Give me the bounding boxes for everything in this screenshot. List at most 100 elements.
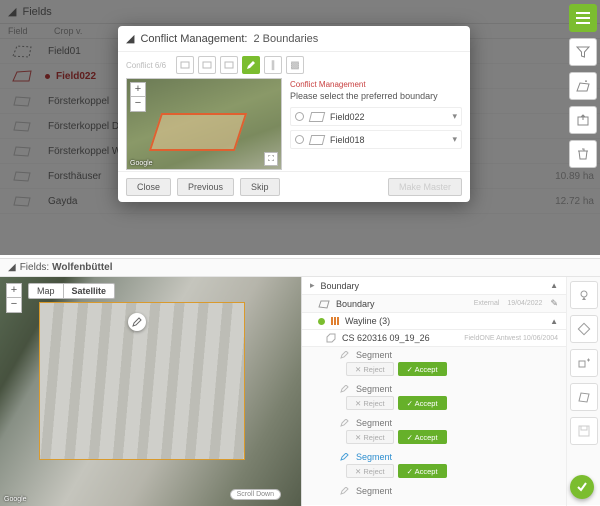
boundary-panel: ▸ Boundary ▲ Boundary External 19/04/202… [302,277,566,506]
square-icon: ▩ [290,60,299,71]
boundary-option[interactable]: Field018 ▾ [290,130,462,149]
zoom-out-button[interactable]: − [131,97,145,111]
previous-button[interactable]: Previous [177,178,234,196]
modal-toolbar: Conflict 6/6 ∥ ▩ [118,52,470,78]
pencil-icon [340,385,350,393]
signal-icon: ◢ [126,32,134,45]
map-type-satellite[interactable]: Satellite [63,283,116,299]
route-icon [577,322,591,336]
reject-button[interactable]: ✕ Reject [346,430,394,444]
segment-block: Segment [302,483,566,499]
pencil-icon [340,487,350,495]
bars-icon: ∥ [271,60,276,71]
locate-icon [577,288,591,302]
map-edit-marker[interactable] [128,313,146,331]
shape-button[interactable] [570,383,598,411]
segment-row[interactable]: Segment [308,485,560,497]
segment-row[interactable]: Segment [308,417,560,429]
satellite-map[interactable]: + − Map Satellite Google Scroll Down [0,277,302,506]
shape-icon [309,135,325,145]
tool-outline-c[interactable] [220,56,238,74]
save-button[interactable] [570,417,598,445]
export-button[interactable] [569,106,597,134]
tool-outline-a[interactable] [176,56,194,74]
scroll-down-hint[interactable]: Scroll Down [230,489,281,500]
collapse-up-icon: ▲ [550,281,558,290]
pencil-icon [340,419,350,427]
pencil-icon [340,351,350,359]
panel-row-boundary[interactable]: Boundary External 19/04/2022 ✎ [302,295,566,313]
picker-title: Conflict Management [290,80,462,89]
map-zoom[interactable]: + − [6,283,22,313]
segment-block: Segment ✕ Reject ✓ Accept [302,449,566,483]
chevron-down-icon: ▾ [452,111,457,122]
segment-block: Segment ✕ Reject ✓ Accept [302,415,566,449]
add-node-button[interactable] [570,349,598,377]
delete-button[interactable] [569,140,597,168]
pencil-icon [246,60,256,70]
panel-row-wayline[interactable]: Wayline (3) ▲ [302,313,566,330]
pencil-icon [132,317,142,327]
segment-row[interactable]: Segment [308,451,560,463]
pencil-icon[interactable]: ✎ [550,298,558,309]
tool-edit[interactable] [242,56,260,74]
polygon-icon [577,390,591,404]
shape-icon [309,112,325,122]
add-node-icon [577,356,591,370]
accept-button[interactable]: ✓ Accept [398,430,447,444]
tool-square[interactable]: ▩ [286,56,304,74]
panel-row-file[interactable]: CS 620316 09_19_26 FieldONE Antwest 10/0… [302,330,566,347]
reject-button[interactable]: ✕ Reject [346,362,394,376]
segment-row[interactable]: Segment [308,349,560,361]
route-button[interactable] [570,315,598,343]
option-label: Field022 [330,112,365,122]
segment-row[interactable]: Segment [308,383,560,395]
zoom-in-button[interactable]: + [7,284,21,298]
skip-button[interactable]: Skip [240,178,280,196]
segment-block: Segment ✕ Reject ✓ Accept [302,381,566,415]
map-zoom[interactable]: + − [130,82,146,112]
check-icon [576,481,588,493]
locate-button[interactable] [570,281,598,309]
boundary-polygon [149,113,247,151]
pencil-icon [340,453,350,461]
row-label: Wayline (3) [345,316,390,326]
reject-button[interactable]: ✕ Reject [346,396,394,410]
file-label: CS 620316 09_19_26 [342,333,430,343]
shape-icon [318,299,330,309]
signal-icon: ◢ [8,262,16,273]
option-label: Field018 [330,135,365,145]
map-type-map[interactable]: Map [28,283,63,299]
fullscreen-button[interactable]: ⛶ [264,152,278,166]
add-field-icon [576,80,590,92]
accept-button[interactable]: ✓ Accept [398,464,447,478]
conflict-modal: ◢ Conflict Management: 2 Boundaries Conf… [118,26,470,202]
chevron-right-icon: ▸ [310,280,315,291]
picker-prompt: Please select the preferred boundary [290,91,462,101]
accept-button[interactable]: ✓ Accept [398,362,447,376]
zoom-out-button[interactable]: − [7,298,21,312]
panel-section-boundary[interactable]: ▸ Boundary ▲ [302,277,566,295]
boundary-option[interactable]: Field022 ▾ [290,107,462,126]
row-label: Boundary [336,299,375,309]
conflict-counter: Conflict 6/6 [126,61,166,70]
map-type-switch[interactable]: Map Satellite [28,283,115,299]
radio-icon [295,135,304,144]
accept-button[interactable]: ✓ Accept [398,396,447,410]
collapse-up-icon: ▲ [550,317,558,326]
modal-map[interactable]: + − ⛶ Google [126,78,282,170]
confirm-fab[interactable] [570,475,594,499]
add-field-button[interactable] [569,72,597,100]
zoom-in-button[interactable]: + [131,83,145,97]
map-brand: Google [130,160,153,167]
menu-button[interactable] [569,4,597,32]
filter-button[interactable] [569,38,597,66]
close-button[interactable]: Close [126,178,171,196]
funnel-icon [576,46,590,58]
status-dot-icon [318,318,325,325]
reject-button[interactable]: ✕ Reject [346,464,394,478]
tool-bars[interactable]: ∥ [264,56,282,74]
tool-outline-b[interactable] [198,56,216,74]
map-brand: Google [4,496,27,503]
wayline-icon [331,317,339,325]
